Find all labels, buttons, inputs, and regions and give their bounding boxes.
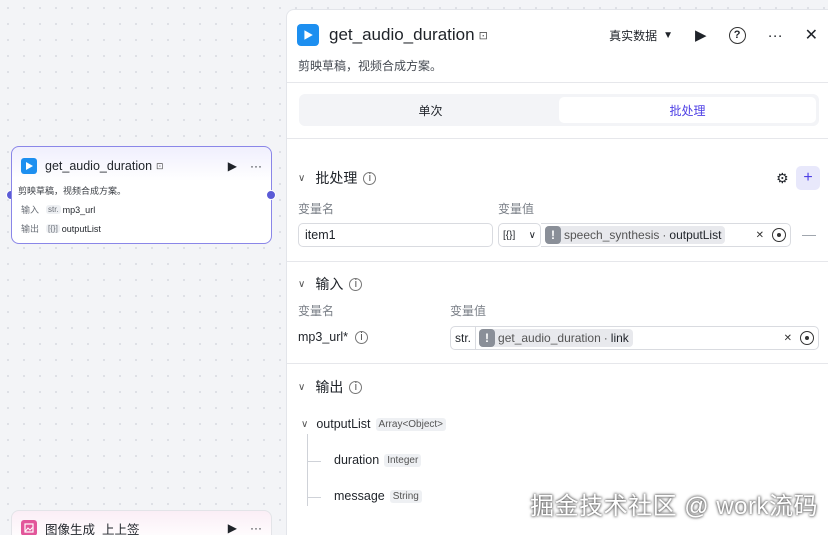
batch-section-header[interactable]: ∨ 批处理 i xyxy=(298,168,377,188)
input-value-reference[interactable]: str. ! get_audio_duration · link ✕ xyxy=(450,326,819,350)
output-child-row: duration Integer xyxy=(334,453,422,467)
node-description: 剪映草稿，视频合成方案。 xyxy=(18,186,127,196)
node-output-row: 输出 [{}] outputList xyxy=(21,222,101,235)
warning-icon: ! xyxy=(545,226,561,244)
col-var-name: 变量名 xyxy=(298,202,335,216)
mode-tabs: 单次 批处理 xyxy=(299,94,819,126)
image-gen-icon xyxy=(21,520,37,535)
tab-batch[interactable]: 批处理 xyxy=(559,97,816,123)
input-section-header[interactable]: ∨ 输入 i xyxy=(298,274,363,294)
type-chip: str. xyxy=(46,205,61,214)
panel-description: 剪映草稿，视频合成方案。 xyxy=(298,59,443,73)
plugin-icon: ⊡ xyxy=(156,160,164,171)
type-chip: [{}] xyxy=(46,224,60,233)
target-icon[interactable] xyxy=(800,331,814,345)
node-title: 图像生成_上上签 xyxy=(45,522,140,535)
capcut-logo-icon xyxy=(297,24,319,46)
ref-field: outputList xyxy=(669,228,722,242)
info-icon[interactable]: i xyxy=(349,277,363,291)
capcut-logo-icon xyxy=(21,158,37,174)
target-icon[interactable] xyxy=(772,228,786,242)
input-param-label: mp3_url* i xyxy=(298,330,369,344)
input-value: mp3_url xyxy=(62,204,96,215)
ref-node: speech_synthesis xyxy=(564,228,660,242)
output-field-type: String xyxy=(389,489,422,503)
reference-tag: ! speech_synthesis · outputList xyxy=(545,226,726,244)
divider xyxy=(287,138,828,139)
watermark: 掘金技术社区 @ work流码 xyxy=(530,493,818,520)
divider xyxy=(287,261,828,262)
remove-variable-button[interactable]: — xyxy=(802,226,816,242)
output-field-name: outputList xyxy=(316,417,371,431)
batch-value-reference[interactable]: ! speech_synthesis · outputList ✕ xyxy=(541,223,791,247)
col-var-name: 变量名 xyxy=(298,304,335,318)
divider xyxy=(287,363,828,364)
input-label: 输入 xyxy=(21,205,40,215)
output-value: outputList xyxy=(61,223,101,234)
tree-connector xyxy=(307,461,321,462)
chevron-down-icon[interactable]: ∨ xyxy=(298,173,305,184)
ref-node: get_audio_duration xyxy=(498,331,601,345)
output-field-name: duration xyxy=(334,453,380,467)
chevron-down-icon[interactable]: ∨ xyxy=(298,382,305,393)
col-var-value: 变量值 xyxy=(498,202,535,216)
info-icon[interactable]: i xyxy=(355,330,369,344)
tab-single[interactable]: 单次 xyxy=(302,97,559,123)
panel-title: get_audio_duration xyxy=(329,25,475,44)
output-heading: 输出 xyxy=(315,379,344,395)
type-label: [{}] xyxy=(503,229,516,241)
workflow-node-image-gen[interactable]: 图像生成_上上签 ▶ ··· xyxy=(11,510,272,535)
add-variable-button[interactable]: + xyxy=(796,166,820,190)
input-heading: 输入 xyxy=(315,276,344,292)
warning-icon: ! xyxy=(479,329,496,347)
node-title: get_audio_duration xyxy=(45,159,153,173)
more-icon[interactable]: ··· xyxy=(768,27,783,44)
output-section-header[interactable]: ∨ 输出 i xyxy=(298,377,363,397)
caret-down-icon: ▼ xyxy=(663,29,674,41)
batch-type-select[interactable]: [{}] ∨ xyxy=(498,223,541,247)
tree-connector xyxy=(307,434,308,506)
chevron-down-icon[interactable]: ∨ xyxy=(298,279,305,290)
workflow-node-get-audio-duration[interactable]: get_audio_duration ⊡ ▶ ··· 剪映草稿，视频合成方案。 … xyxy=(11,146,272,244)
more-icon[interactable]: ··· xyxy=(250,159,262,173)
run-icon[interactable]: ▶ xyxy=(228,521,237,535)
data-mode-label: 真实数据 xyxy=(609,28,658,43)
ref-field: link xyxy=(610,331,629,345)
node-config-panel: get_audio_duration ⊡ 真实数据 ▼ ▶ ? ··· ✕ 剪映… xyxy=(286,9,828,535)
data-mode-dropdown[interactable]: 真实数据 ▼ xyxy=(609,27,673,44)
output-root-row: ∨ outputList Array<Object> xyxy=(301,417,447,431)
more-icon[interactable]: ··· xyxy=(250,521,262,535)
batch-var-name-input[interactable]: item1 xyxy=(298,223,493,247)
output-field-type: Integer xyxy=(384,453,422,467)
clear-icon[interactable]: ✕ xyxy=(756,230,764,241)
run-icon[interactable]: ▶ xyxy=(695,26,707,44)
settings-icon[interactable]: ⚙ xyxy=(776,170,789,187)
chevron-down-icon[interactable]: ∨ xyxy=(301,419,308,430)
plugin-icon: ⊡ xyxy=(478,29,488,42)
col-var-value: 变量值 xyxy=(450,304,487,318)
output-field-type: Array<Object> xyxy=(375,417,447,431)
output-child-row: message String xyxy=(334,489,422,503)
info-icon[interactable]: i xyxy=(363,171,377,185)
batch-var-name-value: item1 xyxy=(305,228,336,242)
chevron-down-icon: ∨ xyxy=(528,229,536,241)
batch-heading: 批处理 xyxy=(315,170,358,186)
tree-connector xyxy=(307,497,321,498)
param-name: mp3_url* xyxy=(298,330,349,344)
info-icon[interactable]: i xyxy=(349,380,363,394)
node-output-port[interactable] xyxy=(266,190,276,200)
divider xyxy=(287,82,828,83)
clear-icon[interactable]: ✕ xyxy=(784,333,792,344)
help-icon[interactable]: ? xyxy=(728,26,746,44)
node-input-row: 输入 str. mp3_url xyxy=(21,203,95,216)
type-label: str. xyxy=(451,327,477,349)
run-icon[interactable]: ▶ xyxy=(228,159,237,173)
output-field-name: message xyxy=(334,489,385,503)
reference-tag: ! get_audio_duration · link xyxy=(479,329,633,347)
close-icon[interactable]: ✕ xyxy=(805,25,818,45)
output-label: 输出 xyxy=(21,224,40,234)
